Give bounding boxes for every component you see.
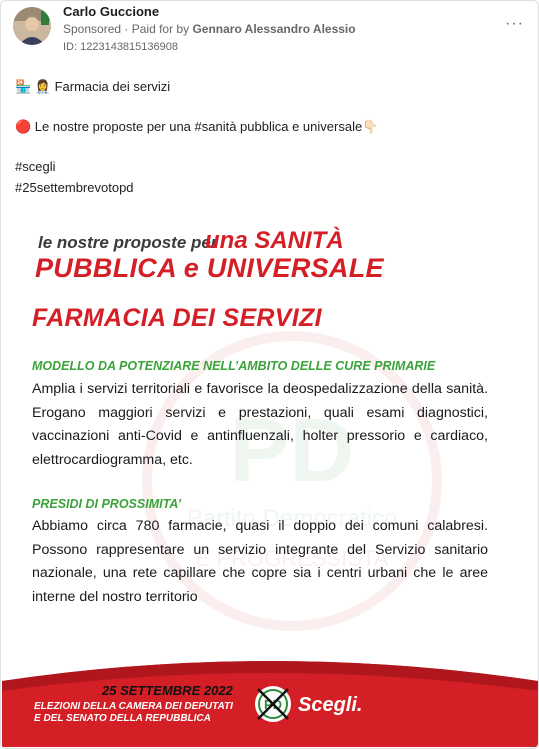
- ad-id: ID: 1223143815136908: [63, 41, 178, 53]
- footer-line-2: E DEL SENATO DELLA REPUBBLICA: [34, 713, 211, 724]
- author-name[interactable]: Carlo Guccione: [63, 4, 159, 19]
- more-options-icon[interactable]: ···: [505, 15, 524, 33]
- footer-cta: Scegli.: [298, 694, 363, 716]
- headline-lead: le nostre proposte per: [38, 233, 218, 252]
- sponsored-line: Sponsored · Paid for by Gennaro Alessand…: [63, 22, 356, 36]
- hashtag-25settembrevotopd[interactable]: #25settembrevotopd: [15, 180, 134, 195]
- headline-main: PUBBLICA e UNIVERSALE: [35, 253, 384, 283]
- ad-card: Carlo Guccione Sponsored · Paid for by G…: [0, 0, 539, 749]
- post-text-line-2: 🔴 Le nostre proposte per una #sanità pub…: [15, 119, 379, 134]
- section-1-title: MODELLO DA POTENZIARE NELL’AMBITO DELLE …: [32, 359, 436, 373]
- sponsored-label: Sponsored: [63, 22, 122, 36]
- author-avatar[interactable]: [13, 7, 51, 45]
- paid-by-name: Gennaro Alessandro Alessio: [192, 22, 356, 36]
- headline-highlight: una SANITÀ: [205, 227, 344, 254]
- paid-by-prefix: · Paid for by: [124, 22, 190, 36]
- creative-title: FARMACIA DEI SERVIZI: [32, 304, 322, 332]
- hashtag-scegli[interactable]: #scegli: [15, 159, 55, 174]
- ad-creative-image[interactable]: PD Partito Democratico E PROGRESSISTA le…: [2, 211, 538, 747]
- section-1-body: Amplia i servizi territoriali e favorisc…: [32, 381, 488, 468]
- section-2-body: Abbiamo circa 780 farmacie, quasi il dop…: [32, 518, 488, 605]
- pd-logo-icon: PD: [255, 686, 291, 722]
- section-2-title: PRESIDI DI PROSSIMITA’: [32, 497, 182, 511]
- footer-date: 25 SETTEMBRE 2022: [102, 683, 233, 698]
- post-text-line-1: 🏪 👩‍⚕️ Farmacia dei servizi: [15, 79, 171, 94]
- footer-line-1: ELEZIONI DELLA CAMERA DEI DEPUTATI: [34, 701, 233, 712]
